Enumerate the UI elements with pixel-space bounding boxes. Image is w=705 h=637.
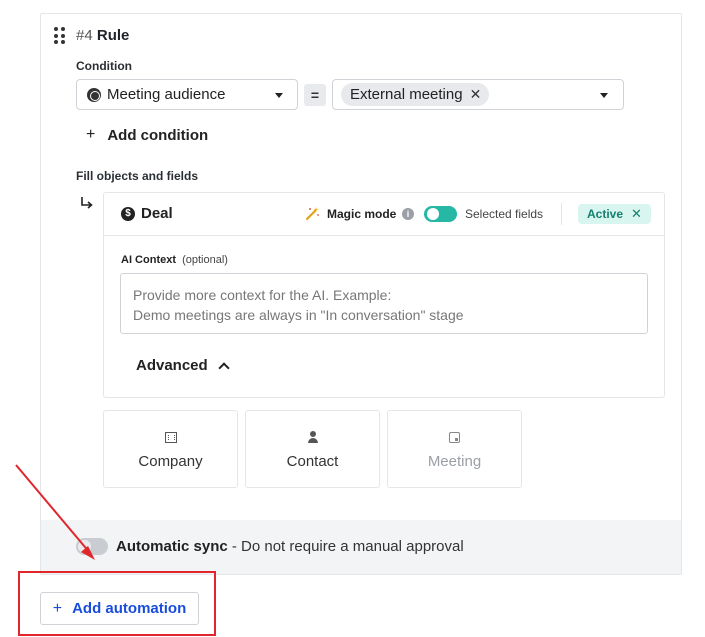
ai-context-label: AI Context (optional) bbox=[121, 254, 228, 266]
object-tile-label: Company bbox=[138, 453, 203, 470]
object-tile-company[interactable]: Company bbox=[103, 410, 238, 488]
advanced-label: Advanced bbox=[136, 357, 208, 374]
status-badge-label: Active bbox=[587, 207, 624, 221]
rule-number: #4 bbox=[76, 27, 93, 44]
object-tile-meeting[interactable]: Meeting bbox=[387, 410, 522, 488]
magic-mode-label: Magic mode bbox=[327, 207, 397, 221]
selected-fields-label: Selected fields bbox=[465, 207, 544, 221]
fill-objects-label: Fill objects and fields bbox=[76, 169, 199, 183]
object-tile-contact[interactable]: Contact bbox=[245, 410, 380, 488]
automatic-sync-title: Automatic sync bbox=[116, 538, 228, 555]
toggle-knob bbox=[78, 540, 91, 553]
object-tile-label: Meeting bbox=[427, 453, 482, 470]
automatic-sync-text: Automatic sync - Do not require a manual… bbox=[116, 538, 464, 555]
automatic-sync-description: - Do not require a manual approval bbox=[227, 538, 464, 555]
globe-icon bbox=[87, 87, 101, 102]
add-automation-label: Add automation bbox=[72, 600, 187, 617]
add-automation-button[interactable]: + Add automation bbox=[40, 592, 199, 625]
automatic-sync-toggle[interactable] bbox=[76, 538, 108, 555]
value-chip: External meeting ✕ bbox=[341, 83, 490, 106]
rule-title-text: Rule bbox=[96, 27, 130, 44]
chevron-up-icon bbox=[218, 361, 230, 374]
value-chip-label: External meeting bbox=[350, 86, 463, 103]
dollar-icon: $ bbox=[121, 207, 135, 221]
plus-icon: + bbox=[86, 126, 96, 143]
ai-context-label-text: AI Context bbox=[121, 254, 176, 266]
building-icon bbox=[164, 431, 177, 443]
deal-header: $ Deal Magic mode i Selected fields Acti… bbox=[104, 193, 664, 236]
close-icon[interactable]: ✕ bbox=[631, 206, 642, 222]
toggle-knob bbox=[427, 208, 439, 220]
condition-value-select[interactable]: External meeting ✕ bbox=[332, 79, 624, 110]
calendar-icon bbox=[449, 431, 460, 443]
magic-mode-toggle[interactable] bbox=[424, 206, 457, 222]
object-tile-label: Contact bbox=[286, 453, 339, 470]
ai-context-optional: (optional) bbox=[182, 254, 228, 266]
condition-field-select[interactable]: Meeting audience bbox=[76, 79, 298, 110]
person-icon bbox=[307, 431, 319, 443]
magic-wand-icon bbox=[305, 207, 319, 221]
status-badge[interactable]: Active ✕ bbox=[578, 204, 651, 224]
ai-context-input[interactable]: Provide more context for the AI. Example… bbox=[120, 273, 648, 334]
deal-card: $ Deal Magic mode i Selected fields Acti… bbox=[103, 192, 665, 398]
plus-icon: + bbox=[52, 599, 63, 617]
advanced-toggle[interactable]: Advanced bbox=[136, 357, 230, 374]
drag-handle-icon[interactable] bbox=[54, 27, 66, 45]
rule-title: #4 Rule bbox=[76, 27, 129, 44]
deal-title: Deal bbox=[141, 205, 173, 222]
condition-field-value: Meeting audience bbox=[107, 86, 226, 103]
condition-label: Condition bbox=[76, 59, 132, 73]
condition-operator[interactable]: = bbox=[304, 84, 326, 106]
chevron-down-icon bbox=[600, 93, 608, 98]
chevron-down-icon bbox=[275, 93, 283, 98]
info-icon[interactable]: i bbox=[402, 208, 414, 220]
sub-arrow-icon bbox=[81, 197, 93, 209]
add-condition-button[interactable]: + Add condition bbox=[86, 126, 208, 144]
add-condition-label: Add condition bbox=[107, 126, 209, 144]
header-divider bbox=[561, 203, 562, 225]
chip-remove-icon[interactable]: ✕ bbox=[470, 86, 482, 103]
